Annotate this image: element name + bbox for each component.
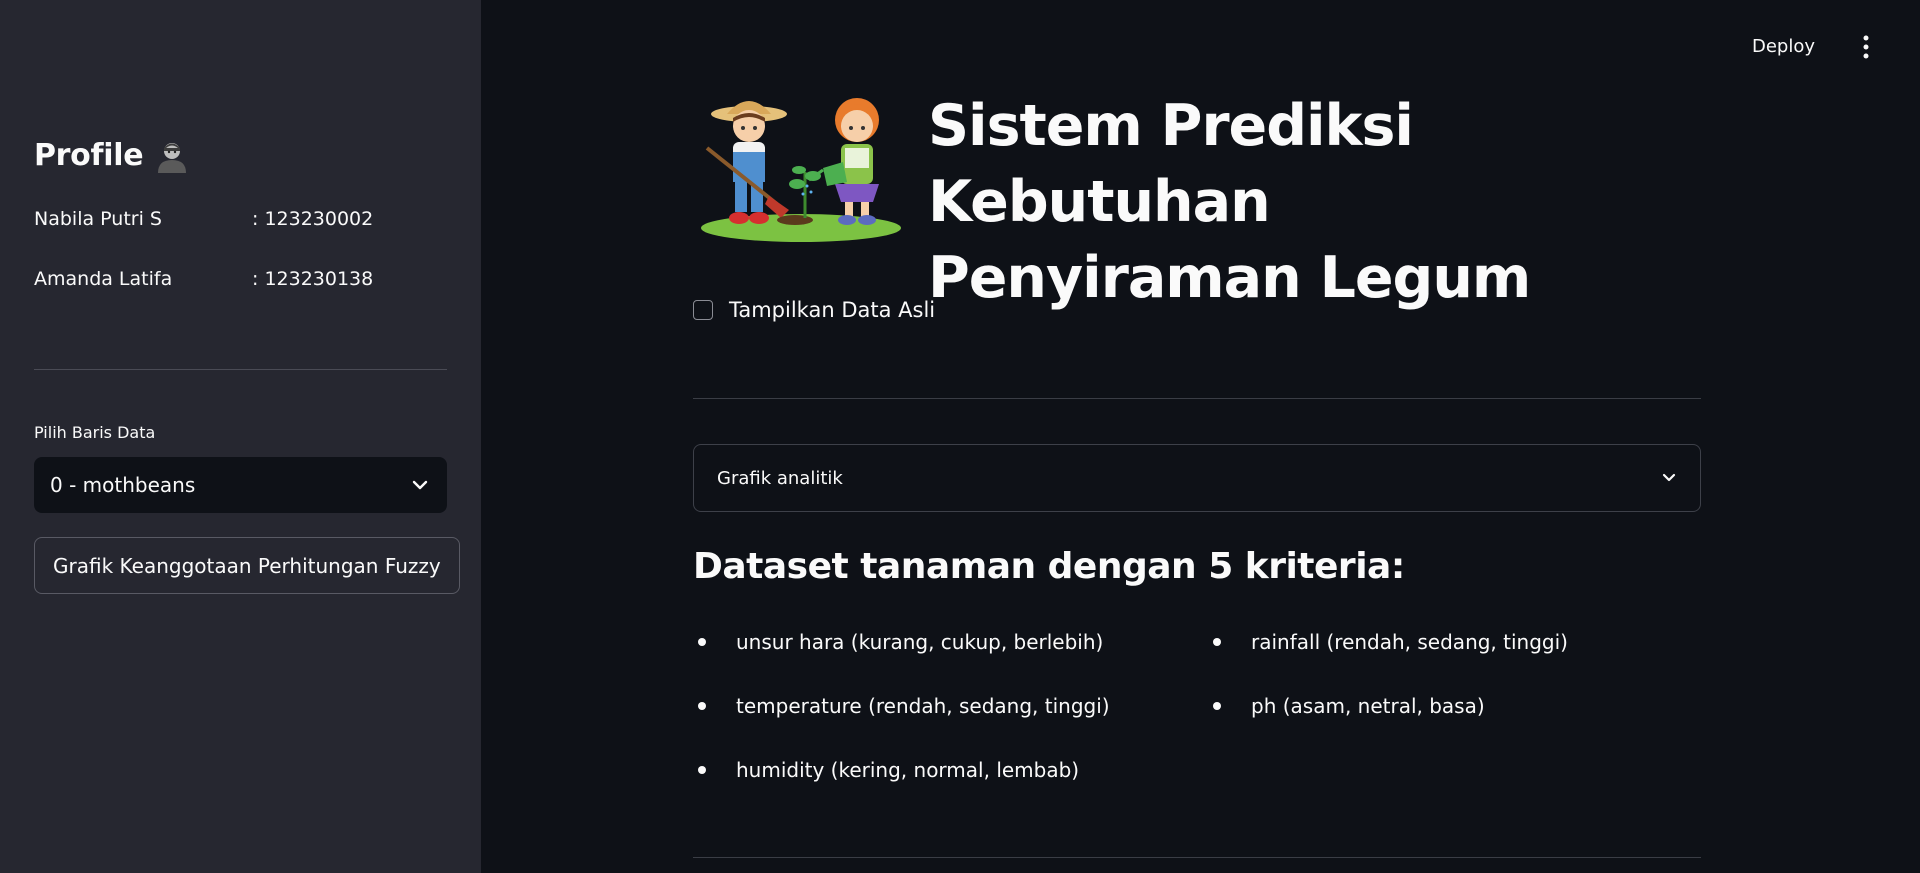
gardening-kids-image: [701, 98, 901, 242]
show-raw-data-checkbox[interactable]: Tampilkan Data Asli: [693, 298, 935, 322]
member-row: Nabila Putri S : 123230002: [34, 208, 373, 230]
member-name: Amanda Latifa: [34, 268, 173, 290]
expander-label: Grafik analitik: [717, 467, 843, 489]
fuzzy-chart-button[interactable]: Grafik Keanggotaan Perhitungan Fuzzy: [34, 537, 460, 594]
list-item: humidity (kering, normal, lembab): [698, 758, 1079, 782]
bullet-icon: [698, 638, 706, 646]
criteria-text: ph (asam, netral, basa): [1251, 694, 1485, 718]
sidebar-divider: [34, 369, 447, 370]
person-icon: [158, 142, 187, 173]
bullet-icon: [1213, 702, 1221, 710]
bullet-icon: [698, 702, 706, 710]
analytics-expander[interactable]: Grafik analitik: [693, 444, 1701, 512]
member-name: Nabila Putri S: [34, 208, 162, 230]
dataset-heading: Dataset tanaman dengan 5 kriteria:: [693, 546, 1405, 587]
member-row: Amanda Latifa : 123230138: [34, 268, 373, 290]
page-title: Sistem Prediksi Kebutuhan Penyiraman Leg…: [928, 88, 1718, 316]
checkbox-box[interactable]: [693, 300, 713, 320]
criteria-text: temperature (rendah, sedang, tinggi): [736, 694, 1110, 718]
list-item: rainfall (rendah, sedang, tinggi): [1213, 630, 1568, 654]
list-item: ph (asam, netral, basa): [1213, 694, 1485, 718]
select-label: Pilih Baris Data: [34, 423, 156, 442]
chevron-down-icon: [1662, 473, 1676, 482]
bullet-icon: [698, 766, 706, 774]
list-item: unsur hara (kurang, cukup, berlebih): [698, 630, 1103, 654]
main-divider: [693, 398, 1701, 399]
select-value: 0 - mothbeans: [50, 473, 196, 497]
bullet-icon: [1213, 638, 1221, 646]
chevron-down-icon: [412, 480, 428, 490]
row-select[interactable]: 0 - mothbeans: [34, 457, 447, 513]
checkbox-label: Tampilkan Data Asli: [729, 298, 936, 322]
member-id: : 123230002: [252, 208, 374, 230]
page-title-line1: Sistem Prediksi Kebutuhan: [928, 93, 1414, 235]
profile-title: Profile: [34, 138, 144, 173]
criteria-text: rainfall (rendah, sedang, tinggi): [1251, 630, 1568, 654]
app-root: Profile Nabila Putri S : 123230002 Amand…: [0, 0, 1920, 873]
more-vert-icon[interactable]: [1858, 34, 1874, 60]
main-divider: [693, 857, 1701, 858]
member-id: : 123230138: [252, 268, 374, 290]
list-item: temperature (rendah, sedang, tinggi): [698, 694, 1110, 718]
criteria-text: unsur hara (kurang, cukup, berlebih): [736, 630, 1104, 654]
deploy-button[interactable]: Deploy: [1752, 36, 1815, 57]
page-title-line2: Penyiraman Legum: [928, 245, 1531, 311]
criteria-text: humidity (kering, normal, lembab): [736, 758, 1080, 782]
sidebar: Profile Nabila Putri S : 123230002 Amand…: [0, 0, 481, 873]
profile-heading: Profile: [34, 138, 189, 173]
